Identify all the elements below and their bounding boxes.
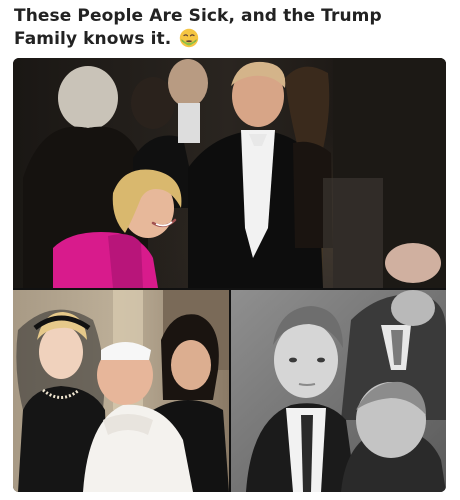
- photo-gala-dinner[interactable]: [13, 58, 446, 288]
- photo-boy-portrait[interactable]: [231, 290, 446, 492]
- nauseated-face-emoji-icon: [179, 28, 199, 55]
- photo-collage[interactable]: [13, 58, 446, 492]
- post-caption: These People Are Sick, and the Trump Fam…: [14, 5, 446, 55]
- photo-vatican-visit[interactable]: [13, 290, 229, 492]
- social-post: These People Are Sick, and the Trump Fam…: [0, 0, 460, 500]
